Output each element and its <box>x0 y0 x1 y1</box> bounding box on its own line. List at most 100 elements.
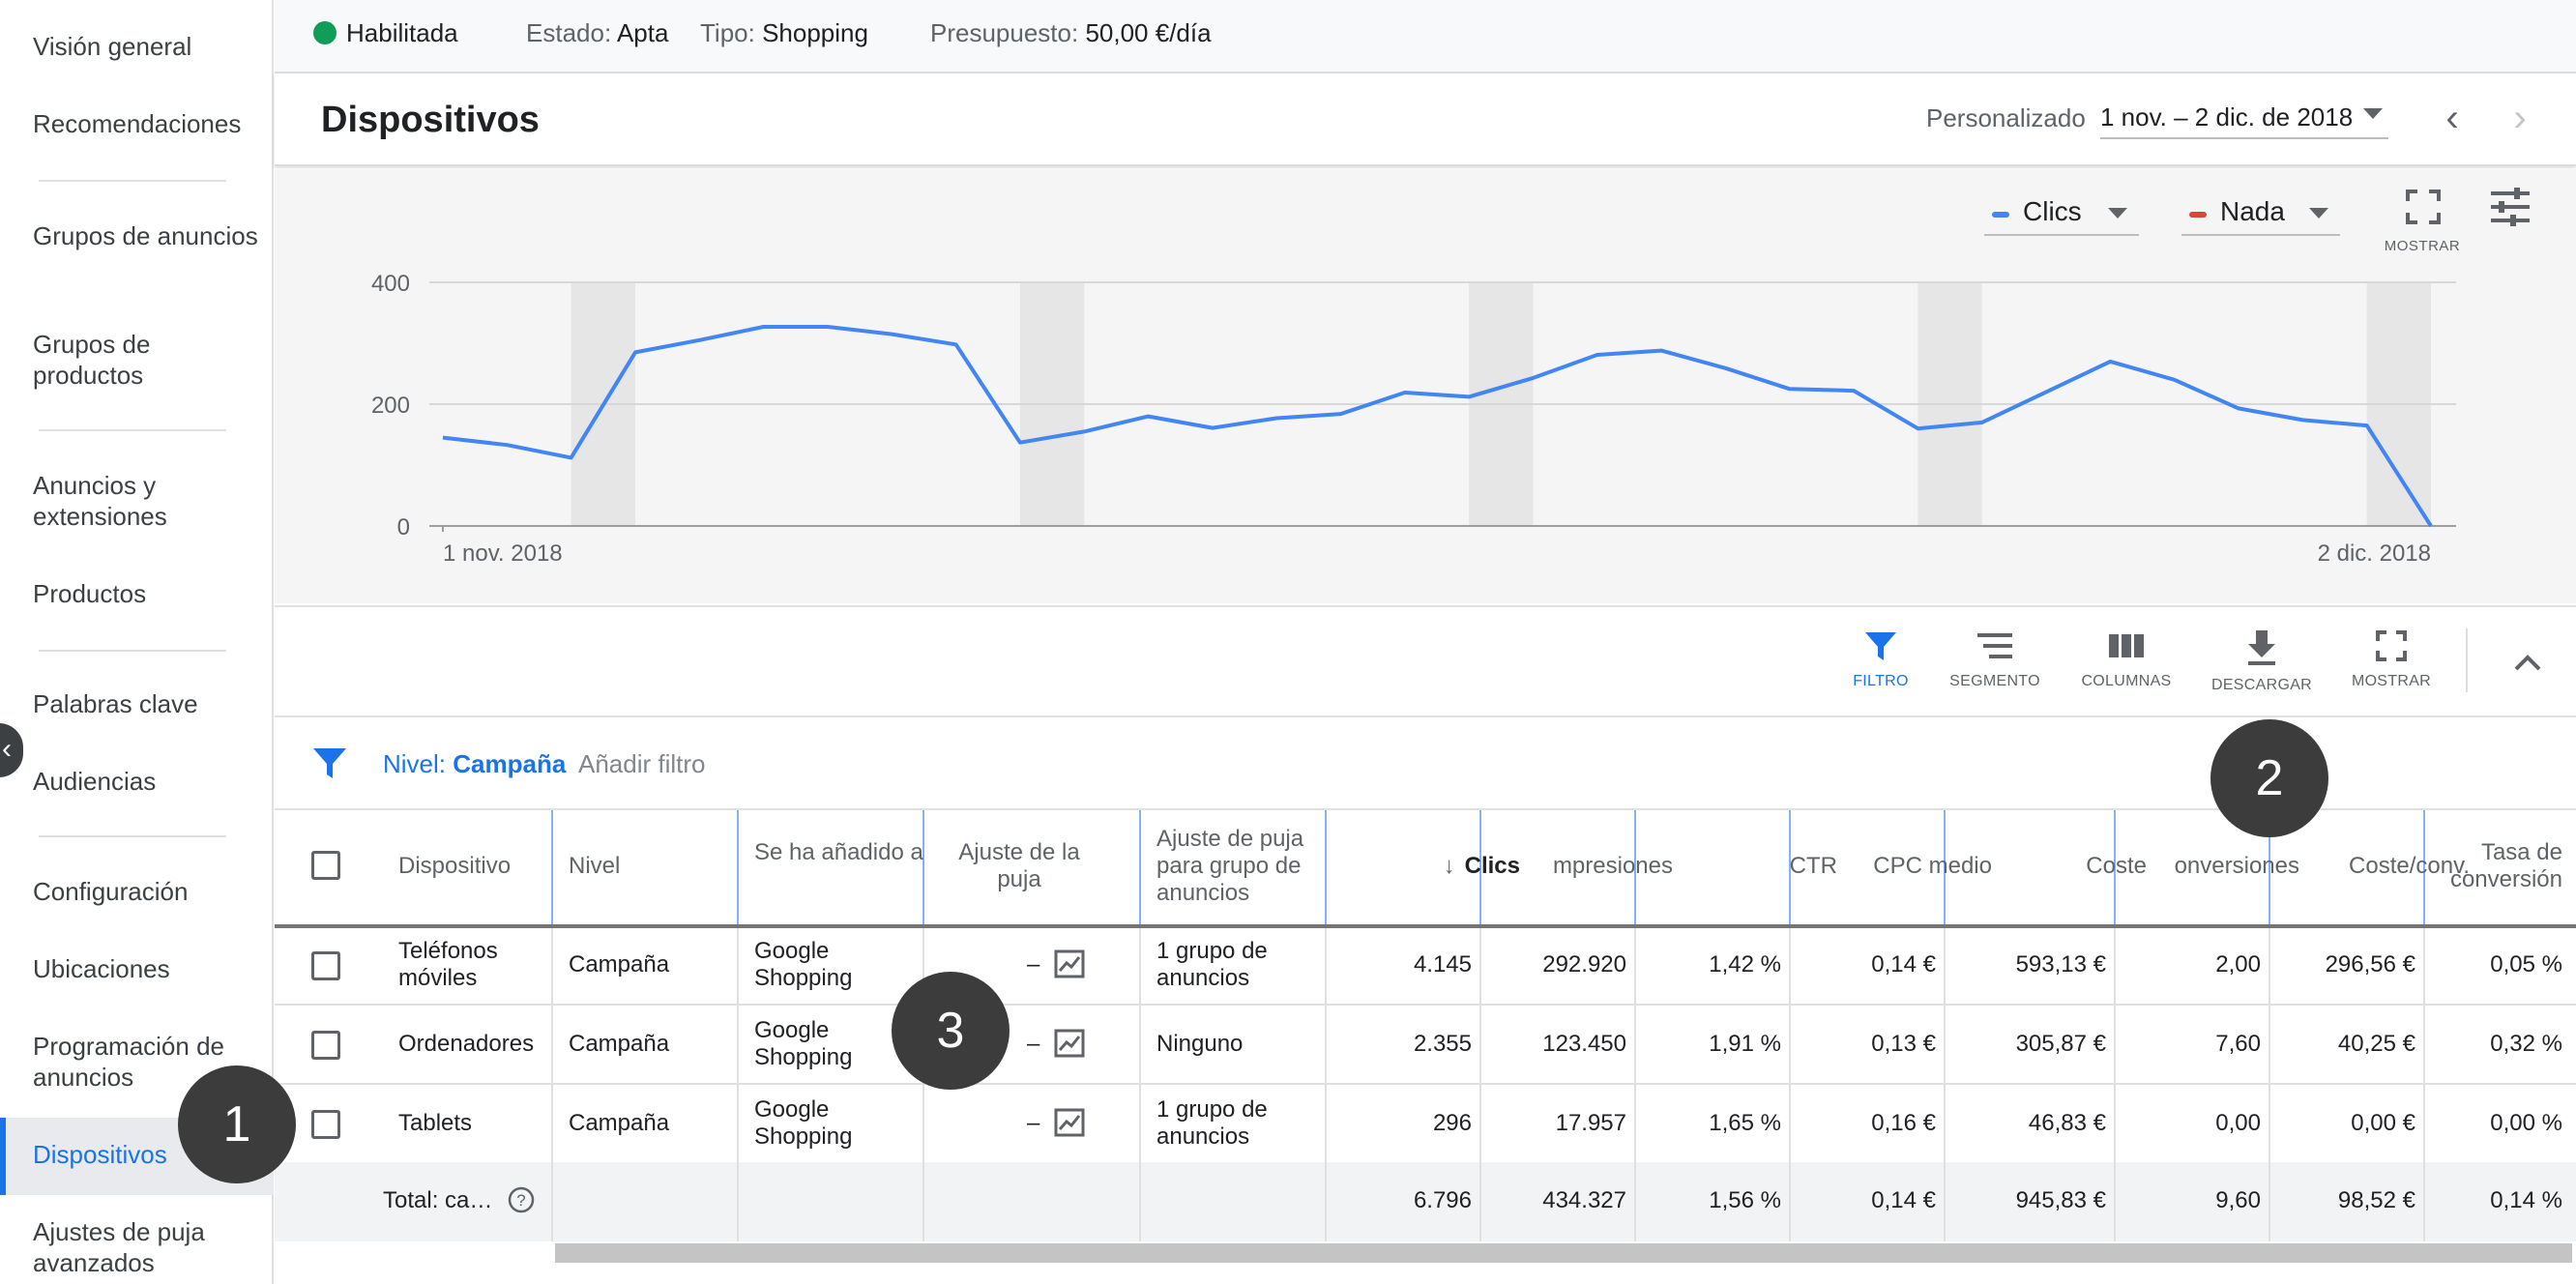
trend-chart-icon[interactable] <box>1054 1029 1085 1058</box>
trend-chart-icon[interactable] <box>1054 1108 1085 1137</box>
cell-ctr: 1,42 % <box>1709 951 1781 978</box>
horizontal-scrollbar[interactable] <box>555 1243 2572 1263</box>
column-divider[interactable] <box>1789 810 1791 928</box>
cell-impressions: 17.957 <box>1555 1110 1626 1136</box>
callout-marker: 2 <box>2210 719 2328 837</box>
sidebar-item-grupos-anuncios[interactable]: Grupos de anuncios <box>33 220 265 251</box>
sidebar-item-palabras-clave[interactable]: Palabras clave <box>33 688 265 719</box>
sidebar-item-configuracion[interactable]: Configuración <box>33 876 265 907</box>
col-header-bid-adjustment[interactable]: Ajuste de la puja <box>942 839 1097 893</box>
col-header-added-to[interactable]: Se ha añadido a <box>754 839 928 866</box>
x-tick-label: 1 nov. 2018 <box>443 540 563 567</box>
cell-bid-adjustment[interactable]: – <box>1027 951 1039 978</box>
row-divider <box>275 1004 2576 1006</box>
sidebar-item-ajustes-puja-avanzados[interactable]: Ajustes de puja avanzados <box>33 1216 265 1278</box>
trend-chart-icon[interactable] <box>1054 949 1085 978</box>
sidebar-item-audiencias[interactable]: Audiencias <box>33 766 265 797</box>
tipo-label: Tipo: <box>700 18 755 47</box>
presupuesto-field[interactable]: Presupuesto: 50,00 €/día <box>930 17 1212 48</box>
col-header-level[interactable]: Nivel <box>569 853 620 880</box>
sidebar-item-vision-general[interactable]: Visión general <box>33 31 265 62</box>
status-text[interactable]: Habilitada <box>346 17 458 48</box>
sidebar-item-productos[interactable]: Productos <box>33 578 265 609</box>
download-caption: DESCARGAR <box>2210 677 2313 693</box>
sidebar-divider <box>39 180 226 182</box>
column-divider <box>1325 1162 1327 1241</box>
sidebar-item-grupos-productos[interactable]: Grupos de productos <box>33 329 265 391</box>
cell-added-to: Google Shopping <box>754 1096 853 1150</box>
col-header-avg-cpc[interactable]: CPC medio <box>1812 853 1992 880</box>
total-impressions: 434.327 <box>1542 1187 1626 1213</box>
column-divider[interactable] <box>1944 810 1946 928</box>
expand-table-button[interactable]: MOSTRAR <box>2328 628 2454 690</box>
cell-bid-adjustment[interactable]: – <box>1027 1031 1039 1058</box>
sidebar-item-ubicaciones[interactable]: Ubicaciones <box>33 953 265 984</box>
column-divider[interactable] <box>1325 810 1327 928</box>
column-divider[interactable] <box>737 810 739 928</box>
chevron-left-icon[interactable]: ‹ <box>2433 99 2472 139</box>
date-range-value: 1 nov. – 2 dic. de 2018 <box>2100 102 2354 131</box>
col-header-impressions[interactable]: mpresiones <box>1483 853 1673 880</box>
download-button[interactable]: DESCARGAR <box>2199 628 2325 694</box>
select-all-checkbox[interactable] <box>311 851 340 880</box>
chevron-right-icon[interactable]: › <box>2501 99 2539 139</box>
row-divider <box>275 1083 2576 1085</box>
column-divider[interactable] <box>1139 810 1141 928</box>
metric1-swatch <box>1992 212 2009 218</box>
column-divider[interactable] <box>922 810 924 928</box>
cell-adgroup-adjustment[interactable]: Ninguno <box>1156 1031 1321 1058</box>
caret-down-icon <box>2108 208 2127 219</box>
filter-icon <box>313 748 346 778</box>
column-divider[interactable] <box>551 810 553 928</box>
segment-button[interactable]: SEGMENTO <box>1932 628 2058 690</box>
column-divider <box>1789 1162 1791 1241</box>
sidebar-item-recomendaciones[interactable]: Recomendaciones <box>33 108 265 139</box>
devices-table: Dispositivo Nivel Se ha añadido a Ajuste… <box>275 810 2576 1284</box>
col-header-device[interactable]: Dispositivo <box>398 853 511 880</box>
col-header-cost-per-conv[interactable]: Coste/conv. <box>2267 853 2470 880</box>
filter-caption: FILTRO <box>1853 673 1909 689</box>
download-icon <box>2248 630 2275 665</box>
column-divider <box>1139 1162 1141 1241</box>
date-range-label: Personalizado <box>1926 103 2086 132</box>
chart-expand-button[interactable]: MOSTRAR <box>2381 188 2464 255</box>
tipo-value: Shopping <box>762 18 868 47</box>
chart-panel: 0 200 400 1 nov. 2018 2 dic. 2018 Clics Nada… <box>275 168 2576 603</box>
presupuesto-value: 50,00 €/día <box>1085 18 1212 47</box>
cell-bid-adjustment[interactable]: – <box>1027 1110 1039 1137</box>
row-checkbox[interactable] <box>311 1110 340 1139</box>
row-checkbox[interactable] <box>311 1031 340 1060</box>
filter-chip-level[interactable]: Nivel: Campaña <box>383 748 566 779</box>
tune-icon[interactable] <box>2489 186 2532 228</box>
sidebar-item-anuncios-extensiones[interactable]: Anuncios y extensiones <box>33 470 265 532</box>
chevron-up-icon[interactable] <box>2510 648 2545 677</box>
help-icon[interactable]: ? <box>507 1185 536 1214</box>
total-cost-per-conv: 98,52 € <box>2337 1187 2415 1213</box>
filter-level-value: Campaña <box>453 749 567 778</box>
column-divider[interactable] <box>1479 810 1481 928</box>
cell-adgroup-adjustment[interactable]: 1 grupo de anuncios <box>1156 938 1321 992</box>
filter-button[interactable]: FILTRO <box>1818 628 1944 690</box>
sidebar-divider <box>39 650 226 652</box>
cell-device: Tablets <box>398 1110 473 1136</box>
metric1-label: Clics <box>2023 196 2082 226</box>
x-tick-label: 2 dic. 2018 <box>2318 540 2431 567</box>
metric2-select[interactable]: Nada <box>2181 191 2340 236</box>
expand-table-caption: MOSTRAR <box>2351 673 2432 689</box>
date-range-select[interactable]: 1 nov. – 2 dic. de 2018 <box>2100 101 2388 139</box>
cell-adgroup-adjustment[interactable]: 1 grupo de anuncios <box>1156 1096 1321 1151</box>
row-checkbox[interactable] <box>311 951 340 980</box>
metric1-select[interactable]: Clics <box>1984 191 2139 236</box>
cell-conversions: 0,00 <box>2215 1110 2261 1136</box>
column-divider[interactable] <box>2114 810 2116 928</box>
segment-caption: SEGMENTO <box>1949 673 2040 689</box>
add-filter-button[interactable]: Añadir filtro <box>578 748 706 779</box>
cell-cost-per-conv: 0,00 € <box>2351 1110 2415 1136</box>
column-divider[interactable] <box>2423 810 2425 928</box>
col-header-conv-rate[interactable]: Tasa de conversión <box>2441 839 2562 893</box>
columns-button[interactable]: COLUMNAS <box>2064 628 2189 690</box>
cell-level: Campaña <box>569 1031 670 1057</box>
col-header-adgroup-bid-adjustment[interactable]: Ajuste de puja para grupo de anuncios <box>1156 826 1331 907</box>
column-divider[interactable] <box>1634 810 1636 928</box>
column-divider <box>922 1162 924 1241</box>
